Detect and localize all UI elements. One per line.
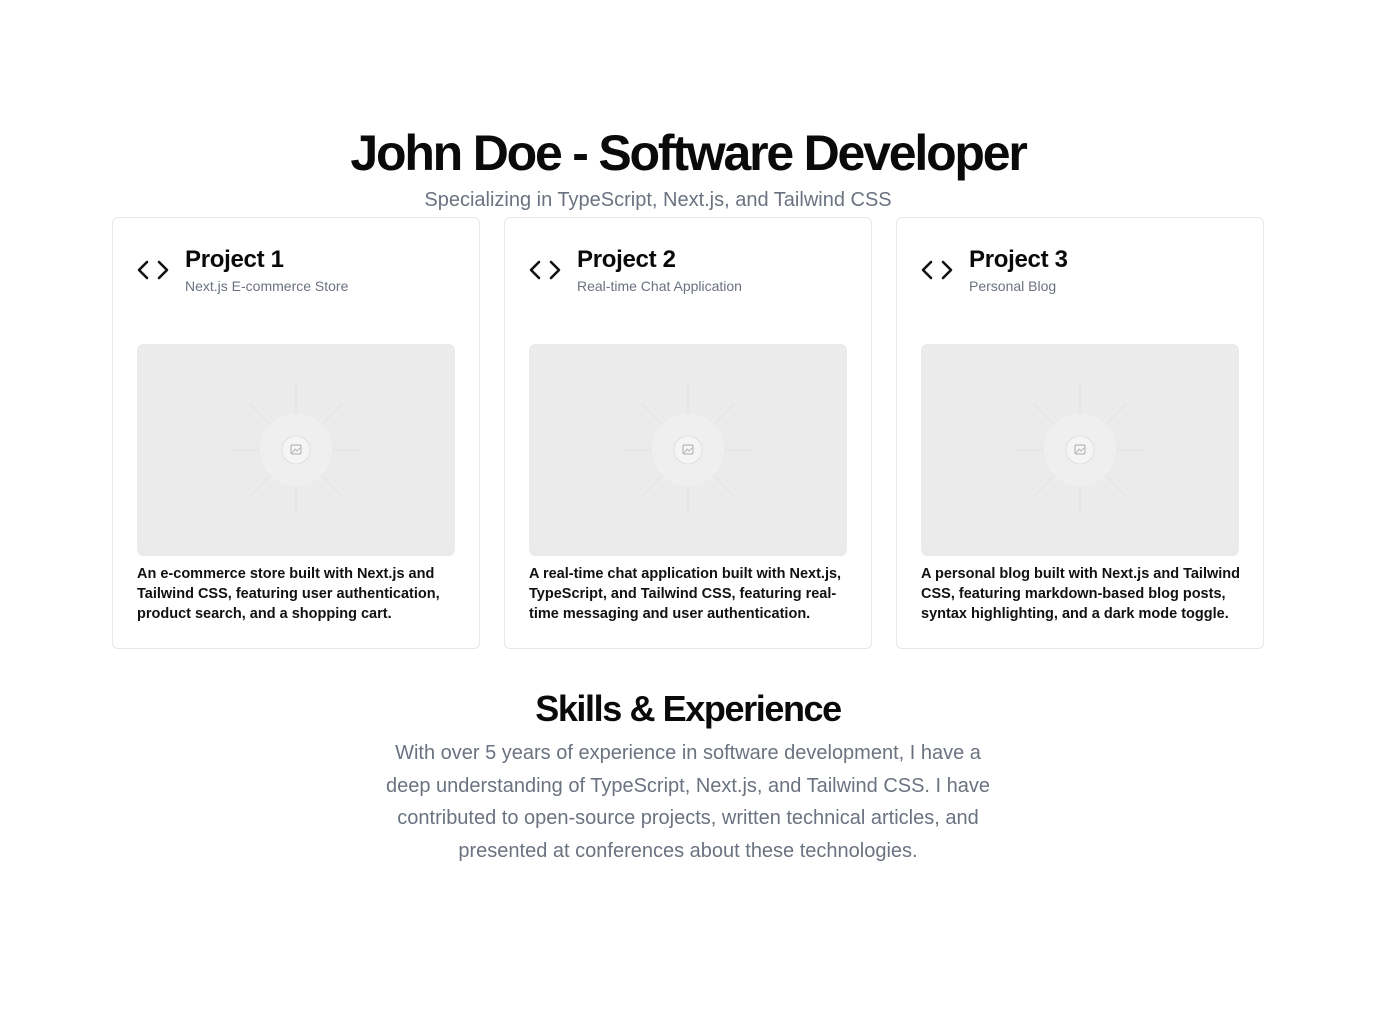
skills-description: With over 5 years of experience in softw… — [385, 742, 991, 862]
project-card-3[interactable]: Project 3 Personal Blog A personal blog … — [896, 217, 1264, 649]
project-description: An e-commerce store built with Next.js a… — [137, 566, 440, 622]
image-placeholder — [529, 344, 847, 556]
code-icon — [529, 260, 561, 280]
project-card-1[interactable]: Project 1 Next.js E-commerce Store An e-… — [112, 217, 480, 649]
image-placeholder — [921, 344, 1239, 556]
page-subtitle: Specializing in TypeScript, Next.js, and… — [424, 189, 892, 211]
image-placeholder-icon — [230, 384, 362, 516]
project-title: Project 2 — [577, 246, 676, 273]
project-title: Project 1 — [185, 246, 284, 273]
code-icon — [921, 260, 953, 280]
project-subtitle: Real-time Chat Application — [577, 278, 742, 294]
page-title: John Doe - Software Developer — [350, 125, 1027, 181]
project-description: A real-time chat application built with … — [529, 566, 842, 622]
image-placeholder — [137, 344, 455, 556]
projects-grid: Project 1 Next.js E-commerce Store An e-… — [112, 217, 1264, 649]
project-subtitle: Personal Blog — [969, 278, 1057, 294]
project-card-2[interactable]: Project 2 Real-time Chat Application A r… — [504, 217, 872, 649]
project-description: A personal blog built with Next.js and T… — [921, 566, 1241, 622]
project-title: Project 3 — [969, 246, 1068, 273]
project-subtitle: Next.js E-commerce Store — [185, 278, 349, 294]
code-icon — [137, 260, 169, 280]
image-placeholder-icon — [622, 384, 754, 516]
image-placeholder-icon — [1014, 384, 1146, 516]
skills-heading: Skills & Experience — [535, 688, 842, 729]
